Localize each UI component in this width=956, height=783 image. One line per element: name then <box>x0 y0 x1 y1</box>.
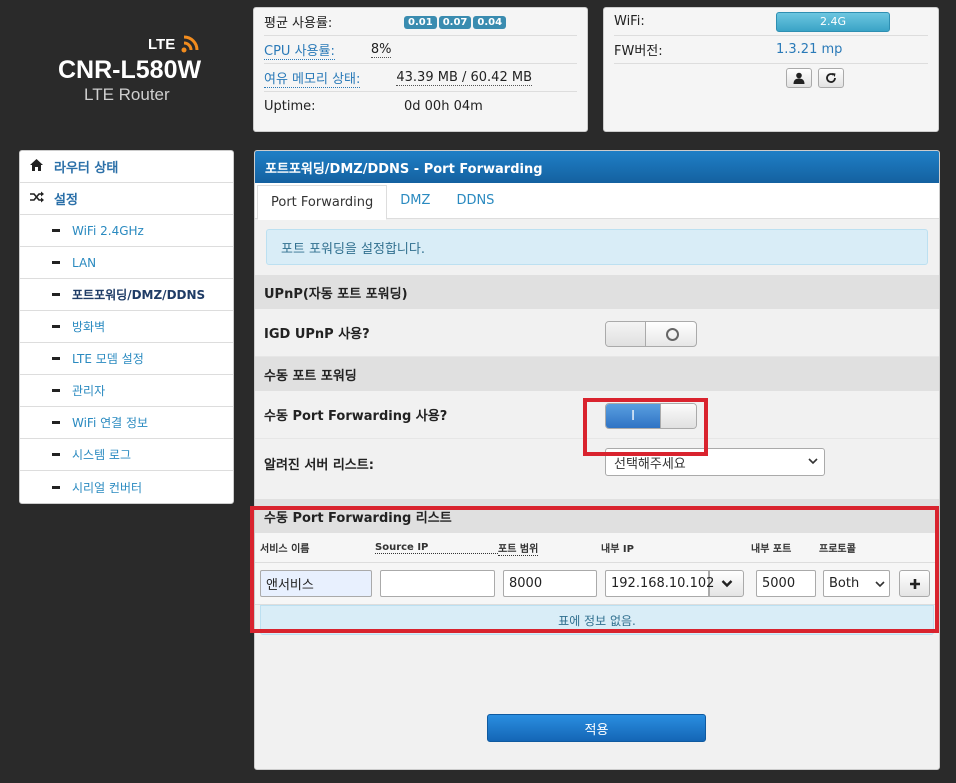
apply-button[interactable]: 적용 <box>487 714 706 742</box>
highlight-box-toggle <box>583 398 708 456</box>
tab-dmz[interactable]: DMZ <box>387 183 443 218</box>
sidebar: 라우터 상태 설정 WiFi 2.4GHz LAN 포트포워딩/DMZ/DDNS… <box>19 150 234 504</box>
sidebar-item-label: 라우터 상태 <box>54 161 119 176</box>
sidebar-item-label: 방화벽 <box>72 320 106 334</box>
sidebar-item-firewall[interactable]: 방화벽 <box>20 311 233 343</box>
igd-upnp-row: IGD UPnP 사용? <box>255 309 939 357</box>
dash-icon <box>52 389 60 392</box>
tab-bar: Port Forwarding DMZ DDNS <box>255 183 939 220</box>
fw-label: FW버전: <box>614 44 663 59</box>
sidebar-item-label: 관리자 <box>72 384 106 398</box>
info-message: 포트 포워딩을 설정합니다. <box>266 229 928 265</box>
load-label: 평균 사용률: <box>264 16 333 31</box>
memory-link[interactable]: 여유 메모리 상태: <box>264 68 361 88</box>
dash-icon <box>52 293 60 296</box>
dash-icon <box>52 357 60 360</box>
fw-row: FW버전: 1.3.21 mp <box>614 36 928 64</box>
highlight-box-list <box>250 506 939 633</box>
sidebar-item-admin[interactable]: 관리자 <box>20 375 233 407</box>
sidebar-item-label: 설정 <box>54 193 78 208</box>
cpu-value: 8% <box>370 41 392 58</box>
wifi-row: WiFi: 2.4G <box>614 8 928 36</box>
sidebar-item-system-log[interactable]: 시스템 로그 <box>20 439 233 471</box>
sidebar-item-settings[interactable]: 설정 <box>20 183 233 215</box>
wifi-band-badge: 2.4G <box>776 11 890 32</box>
logo: LTE CNR-L580W LTE Router <box>20 30 235 120</box>
manual-section-header: 수동 포트 포워딩 <box>255 357 939 391</box>
dash-icon <box>52 453 60 456</box>
uptime-value: 0d 00h 04m <box>404 98 483 114</box>
toggle-right <box>646 322 696 346</box>
signal-wave-icon <box>181 35 199 53</box>
tab-port-forwarding[interactable]: Port Forwarding <box>257 185 388 220</box>
sidebar-item-label: WiFi 2.4GHz <box>72 223 144 238</box>
dash-icon <box>52 485 60 489</box>
shuffle-icon <box>30 191 48 207</box>
toggle-left <box>606 322 646 346</box>
cpu-row: CPU 사용률: 8% <box>264 36 577 64</box>
server-list-label: 알려진 서버 리스트: <box>264 457 374 473</box>
dash-icon <box>52 325 60 328</box>
main-panel: 포트포워딩/DMZ/DDNS - Port Forwarding Port Fo… <box>254 150 940 770</box>
logo-lte: LTE <box>148 36 176 53</box>
sidebar-item-lan[interactable]: LAN <box>20 247 233 279</box>
memory-value: 43.39 MB / 60.42 MB <box>396 69 532 86</box>
toggle-off-icon <box>665 327 679 341</box>
sidebar-item-router-status[interactable]: 라우터 상태 <box>20 151 233 183</box>
dash-icon <box>52 261 60 264</box>
refresh-icon <box>826 73 836 83</box>
load-badge-2: 0.07 <box>438 16 472 29</box>
sidebar-item-lte-modem[interactable]: LTE 모뎀 설정 <box>20 343 233 375</box>
refresh-button[interactable] <box>818 68 844 88</box>
tab-ddns[interactable]: DDNS <box>443 183 507 218</box>
uptime-label: Uptime: <box>264 98 316 114</box>
cpu-link[interactable]: CPU 사용률: <box>264 40 335 60</box>
wifi-status-panel: WiFi: 2.4G FW버전: 1.3.21 mp <box>603 7 939 132</box>
sidebar-item-label: 시스템 로그 <box>72 448 132 462</box>
wifi-label: WiFi: <box>614 14 645 29</box>
dash-icon <box>52 421 60 424</box>
home-icon <box>30 158 48 175</box>
load-badges: 0.01 0.07 0.04 <box>404 14 508 29</box>
user-button[interactable] <box>786 68 812 88</box>
upnp-section-header: UPnP(자동 포트 포워딩) <box>255 275 939 309</box>
sidebar-item-serial-converter[interactable]: 시리얼 컨버터 <box>20 471 233 503</box>
status-panel: 평균 사용률: 0.01 0.07 0.04 CPU 사용률: 8% 여유 메모리 … <box>253 7 588 132</box>
sidebar-item-wifi[interactable]: WiFi 2.4GHz <box>20 215 233 247</box>
sidebar-item-label: WiFi 연결 정보 <box>72 416 149 430</box>
logo-model: CNR-L580W <box>58 56 202 84</box>
memory-row: 여유 메모리 상태: 43.39 MB / 60.42 MB <box>264 64 577 92</box>
user-icon <box>793 72 805 84</box>
page-title: 포트포워딩/DMZ/DDNS - Port Forwarding <box>255 151 939 183</box>
sidebar-item-label: LTE 모뎀 설정 <box>72 352 144 366</box>
load-badge-3: 0.04 <box>473 16 507 29</box>
igd-upnp-label: IGD UPnP 사용? <box>264 327 370 342</box>
logo-subtitle: LTE Router <box>84 85 170 104</box>
sidebar-item-label: 시리얼 컨버터 <box>72 480 143 495</box>
load-badge-1: 0.01 <box>404 16 437 29</box>
load-row: 평균 사용률: 0.01 0.07 0.04 <box>264 8 577 36</box>
manual-forwarding-label: 수동 Port Forwarding 사용? <box>264 409 448 424</box>
sidebar-item-wifi-clients[interactable]: WiFi 연결 정보 <box>20 407 233 439</box>
fw-version: 1.3.21 mp <box>776 42 843 57</box>
sidebar-item-port-forwarding[interactable]: 포트포워딩/DMZ/DDNS <box>20 279 233 311</box>
igd-upnp-toggle[interactable] <box>605 321 697 347</box>
uptime-row: Uptime: 0d 00h 04m <box>264 92 577 120</box>
sidebar-item-label: LAN <box>72 255 97 270</box>
chevron-down-icon <box>808 454 818 468</box>
sidebar-item-label: 포트포워딩/DMZ/DDNS <box>72 288 206 302</box>
status-actions <box>614 64 928 88</box>
dash-icon <box>52 229 60 232</box>
